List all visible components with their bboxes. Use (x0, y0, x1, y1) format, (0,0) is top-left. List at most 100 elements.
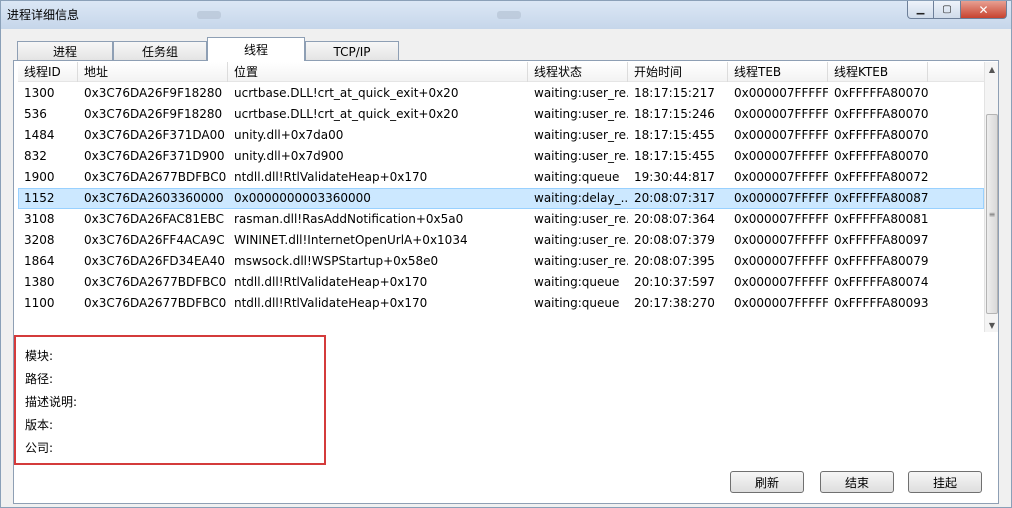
table-cell: 0x3C76DA2603360000 (84, 191, 224, 205)
table-row[interactable]: 536 0x3C76DA26F9F18280 ucrtbase.DLL!crt_at… (18, 104, 984, 125)
column-header-location[interactable]: 位置 (228, 62, 528, 82)
table-cell: waiting:user_re... (534, 254, 628, 268)
table-cell: 0x3C76DA26FD34EA40 (84, 254, 225, 268)
window-title: 进程详细信息 (7, 8, 80, 22)
table-cell: 1300 (24, 86, 55, 100)
table-cell: 0x3C76DA26F371DA00 (84, 128, 225, 142)
tab-task-group[interactable]: 任务组 (113, 41, 207, 61)
table-cell: 18:17:15:246 (634, 107, 715, 121)
scroll-up-arrow-icon[interactable]: ▲ (985, 62, 999, 76)
title-bar[interactable]: 进程详细信息 ▁ ▢ ✕ (1, 1, 1011, 29)
window-controls: ▁ ▢ ✕ (907, 1, 1007, 19)
table-cell: rasman.dll!RasAddNotification+0x5a0 (234, 212, 464, 226)
table-row[interactable]: 1380 0x3C76DA2677BDFBC0 ntdll.dll!RtlValid… (18, 272, 984, 293)
table-cell: waiting:user_re... (534, 128, 628, 142)
table-cell: 0x000007FFFFF... (734, 107, 828, 121)
thread-rows: 1300 0x3C76DA26F9F18280 ucrtbase.DLL!crt_a… (18, 83, 984, 314)
table-row[interactable]: 1484 0x3C76DA26F371DA00 unity.dll+0x7da00 w… (18, 125, 984, 146)
suspend-thread-button[interactable]: 挂起 (908, 471, 982, 493)
table-cell: 536 (24, 107, 47, 121)
table-cell: 1900 (24, 170, 55, 184)
table-cell: 20:08:07:364 (634, 212, 715, 226)
end-thread-button[interactable]: 结束 (820, 471, 894, 493)
table-cell: 0x3C76DA2677BDFBC0 (84, 170, 227, 184)
table-cell: 0x000007FFFFF... (734, 128, 828, 142)
table-row[interactable]: 1864 0x3C76DA26FD34EA40 mswsock.dll!WSPSta… (18, 251, 984, 272)
module-label: 模块: (25, 349, 54, 363)
table-cell: 0x000007FFFFF... (734, 170, 828, 184)
table-row[interactable]: 1152 0x3C76DA2603360000 0x0000000003360000… (18, 188, 984, 209)
column-header-teb[interactable]: 线程TEB (728, 62, 828, 82)
table-cell: 0x3C76DA26F9F18280 (84, 107, 223, 121)
table-cell: 0xFFFFFA80079... (834, 254, 928, 268)
table-row[interactable]: 3208 0x3C76DA26FF4ACA9C WININET.dll!Intern… (18, 230, 984, 251)
minimize-icon: ▁ (916, 4, 925, 15)
table-row[interactable]: 1100 0x3C76DA2677BDFBC0 ntdll.dll!RtlValid… (18, 293, 984, 314)
table-cell: waiting:queue (534, 170, 620, 184)
table-cell: 0x0000000003360000 (234, 191, 371, 205)
path-label: 路径: (25, 372, 54, 386)
version-label: 版本: (25, 418, 54, 432)
table-row[interactable]: 1300 0x3C76DA26F9F18280 ucrtbase.DLL!crt_a… (18, 83, 984, 104)
table-cell: 0x000007FFFFF... (734, 233, 828, 247)
close-button[interactable]: ✕ (961, 1, 1007, 19)
maximize-button[interactable]: ▢ (934, 1, 961, 19)
table-cell: 0x000007FFFFF... (734, 149, 828, 163)
column-header-kteb[interactable]: 线程KTEB (828, 62, 928, 82)
scroll-down-arrow-icon[interactable]: ▼ (985, 318, 999, 332)
table-cell: 1152 (24, 191, 55, 205)
process-details-window: 进程详细信息 ▁ ▢ ✕ 进程 任务组 线程 TCP/IP 线程ID 地址 位置… (0, 0, 1012, 508)
table-cell: 0x3C76DA26FF4ACA9C (84, 233, 225, 247)
table-cell: 0x000007FFFFF... (734, 212, 828, 226)
column-header-thread-id[interactable]: 线程ID (18, 62, 78, 82)
maximize-icon: ▢ (942, 4, 952, 15)
table-row[interactable]: 832 0x3C76DA26F371D900 unity.dll+0x7d900 wa… (18, 146, 984, 167)
table-cell: 0xFFFFFA80072... (834, 170, 928, 184)
table-row[interactable]: 1900 0x3C76DA2677BDFBC0 ntdll.dll!RtlValid… (18, 167, 984, 188)
column-header-start-time[interactable]: 开始时间 (628, 62, 728, 82)
minimize-button[interactable]: ▁ (907, 1, 934, 19)
table-cell: waiting:user_re... (534, 149, 628, 163)
column-header-thread-state[interactable]: 线程状态 (528, 62, 628, 82)
thread-list-header: 线程ID 地址 位置 线程状态 开始时间 线程TEB 线程KTEB (18, 62, 984, 82)
table-cell: 0xFFFFFA80081... (834, 212, 928, 226)
table-cell: 20:10:37:597 (634, 275, 715, 289)
refresh-button[interactable]: 刷新 (730, 471, 804, 493)
scrollbar-thumb[interactable]: ≡ (986, 114, 998, 314)
table-cell: 0x000007FFFFF... (734, 275, 828, 289)
table-cell: ntdll.dll!RtlValidateHeap+0x170 (234, 170, 428, 184)
table-cell: 0xFFFFFA80074... (834, 275, 928, 289)
module-details-box: 模块: 路径: 描述说明: 版本: 公司: (14, 335, 326, 465)
table-cell: waiting:queue (534, 275, 620, 289)
table-cell: 0x3C76DA2677BDFBC0 (84, 296, 227, 310)
column-header-address[interactable]: 地址 (78, 62, 228, 82)
table-cell: 1484 (24, 128, 55, 142)
company-label: 公司: (25, 441, 54, 455)
table-cell: ntdll.dll!RtlValidateHeap+0x170 (234, 275, 428, 289)
column-header-filler (928, 62, 984, 82)
table-cell: 1380 (24, 275, 55, 289)
title-blur-decoration (497, 11, 521, 19)
table-cell: waiting:user_re... (534, 233, 628, 247)
table-cell: waiting:delay_... (534, 191, 628, 205)
table-cell: ucrtbase.DLL!crt_at_quick_exit+0x20 (234, 107, 459, 121)
table-cell: 19:30:44:817 (634, 170, 715, 184)
tab-tcpip[interactable]: TCP/IP (305, 41, 399, 61)
table-cell: unity.dll+0x7da00 (234, 128, 344, 142)
table-cell: 0x3C76DA26F371D900 (84, 149, 225, 163)
table-row[interactable]: 3108 0x3C76DA26FAC81EBC rasman.dll!RasAddN… (18, 209, 984, 230)
table-cell: 20:08:07:317 (634, 191, 715, 205)
tab-process[interactable]: 进程 (17, 41, 113, 61)
close-icon: ✕ (978, 2, 989, 17)
table-cell: 0x000007FFFFF... (734, 86, 828, 100)
vertical-scrollbar[interactable]: ▲ ≡ ▼ (984, 62, 998, 332)
table-cell: 0x3C76DA2677BDFBC0 (84, 275, 227, 289)
table-cell: 0xFFFFFA80070... (834, 86, 928, 100)
table-cell: 18:17:15:217 (634, 86, 715, 100)
table-cell: 3108 (24, 212, 55, 226)
tab-threads[interactable]: 线程 (207, 37, 305, 61)
table-cell: 0x000007FFFFF... (734, 191, 828, 205)
table-cell: 18:17:15:455 (634, 128, 715, 142)
table-cell: waiting:user_re... (534, 86, 628, 100)
thread-list[interactable]: 线程ID 地址 位置 线程状态 开始时间 线程TEB 线程KTEB 1300 0x… (18, 62, 984, 332)
